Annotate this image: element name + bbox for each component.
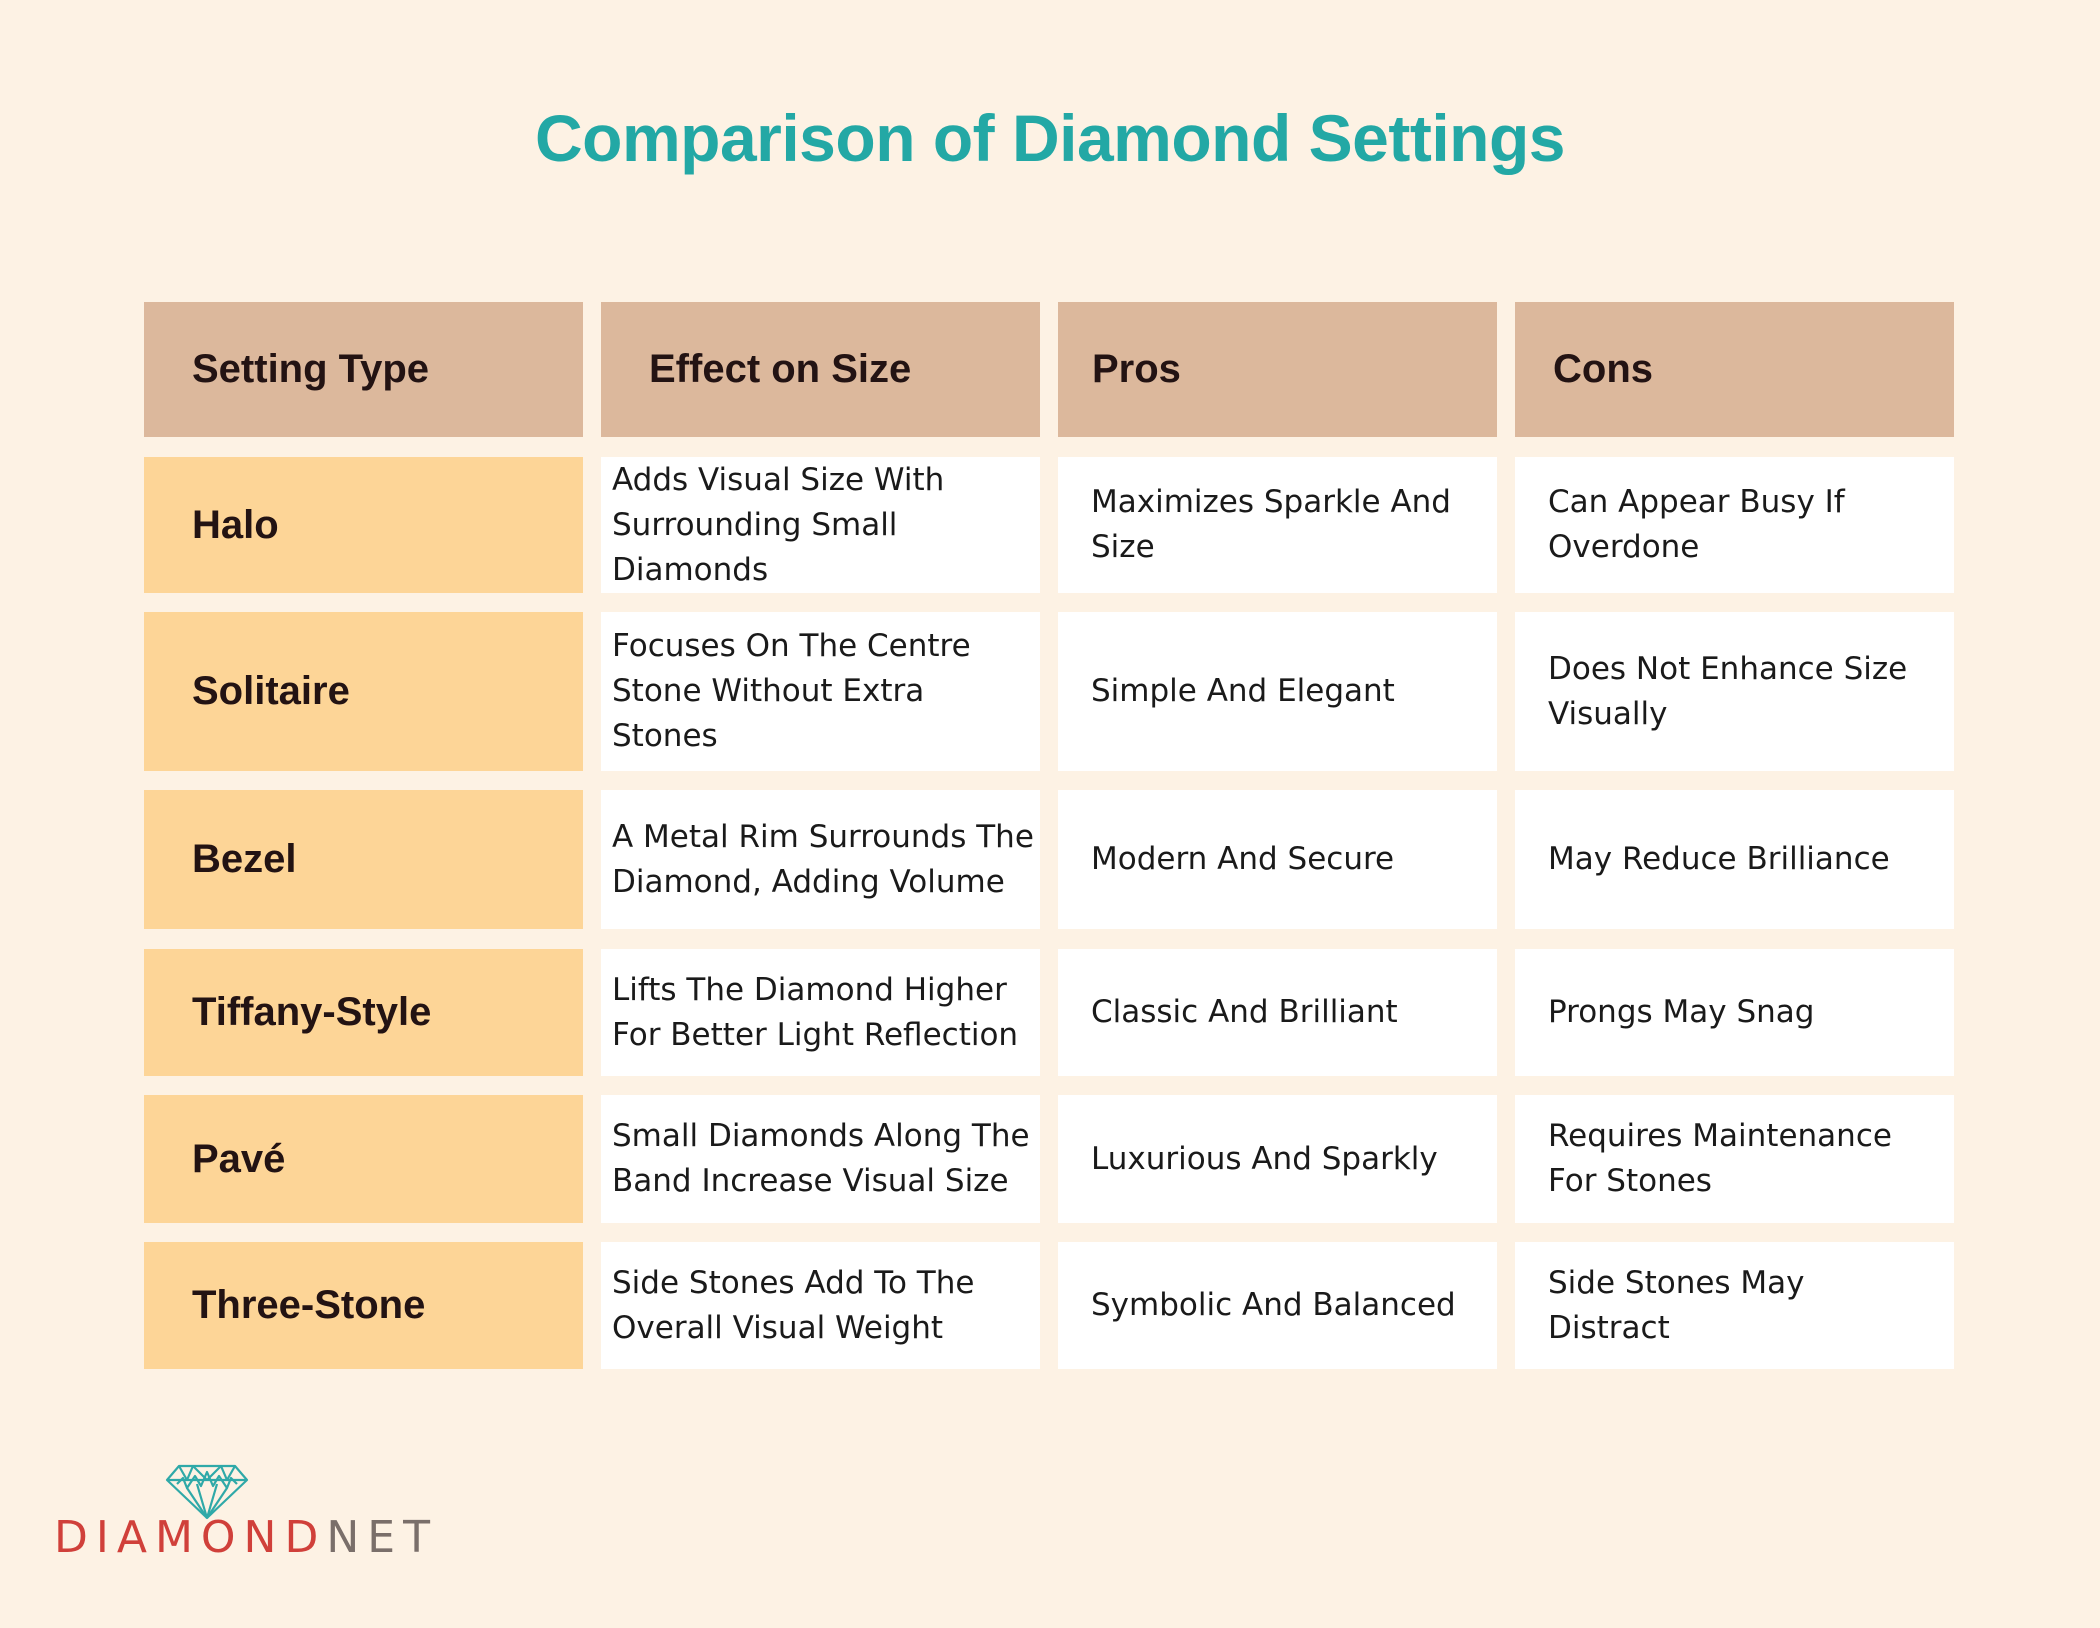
header-cons: Cons [1515,302,1954,437]
row-setting-type: Tiffany-Style [144,949,583,1076]
row-cons: Prongs May Snag [1515,949,1954,1076]
header-effect-on-size: Effect on Size [601,302,1040,437]
row-effect: A Metal Rim Surrounds The Diamond, Addin… [601,790,1040,929]
logo-word-secondary: NET [326,1512,438,1563]
row-effect: Side Stones Add To The Overall Visual We… [601,1242,1040,1369]
row-effect: Adds Visual Size With Surrounding Small … [601,457,1040,593]
row-setting-type: Bezel [144,790,583,929]
row-setting-type: Solitaire [144,612,583,771]
row-pros: Maximizes Sparkle And Size [1058,457,1497,593]
row-cons: Requires Maintenance For Stones [1515,1095,1954,1223]
row-pros: Luxurious And Sparkly [1058,1095,1497,1223]
row-setting-type: Three-Stone [144,1242,583,1369]
row-cons: Does Not Enhance Size Visually [1515,612,1954,771]
page-title: Comparison of Diamond Settings [534,101,1566,175]
row-cons: Can Appear Busy If Overdone [1515,457,1954,593]
row-effect: Lifts The Diamond Higher For Better Ligh… [601,949,1040,1076]
row-pros: Classic And Brilliant [1058,949,1497,1076]
header-pros: Pros [1058,302,1497,437]
row-pros: Simple And Elegant [1058,612,1497,771]
row-pros: Symbolic And Balanced [1058,1242,1497,1369]
logo-word-primary: DIAMOND [54,1512,327,1563]
row-cons: Side Stones May Distract [1515,1242,1954,1369]
row-setting-type: Pavé [144,1095,583,1223]
logo-wordmark: DIAMONDNET [54,1512,438,1563]
row-setting-type: Halo [144,457,583,593]
header-setting-type: Setting Type [144,302,583,437]
row-pros: Modern And Secure [1058,790,1497,929]
row-cons: May Reduce Brilliance [1515,790,1954,929]
row-effect: Small Diamonds Along The Band Increase V… [601,1095,1040,1223]
row-effect: Focuses On The Centre Stone Without Extr… [601,612,1040,771]
